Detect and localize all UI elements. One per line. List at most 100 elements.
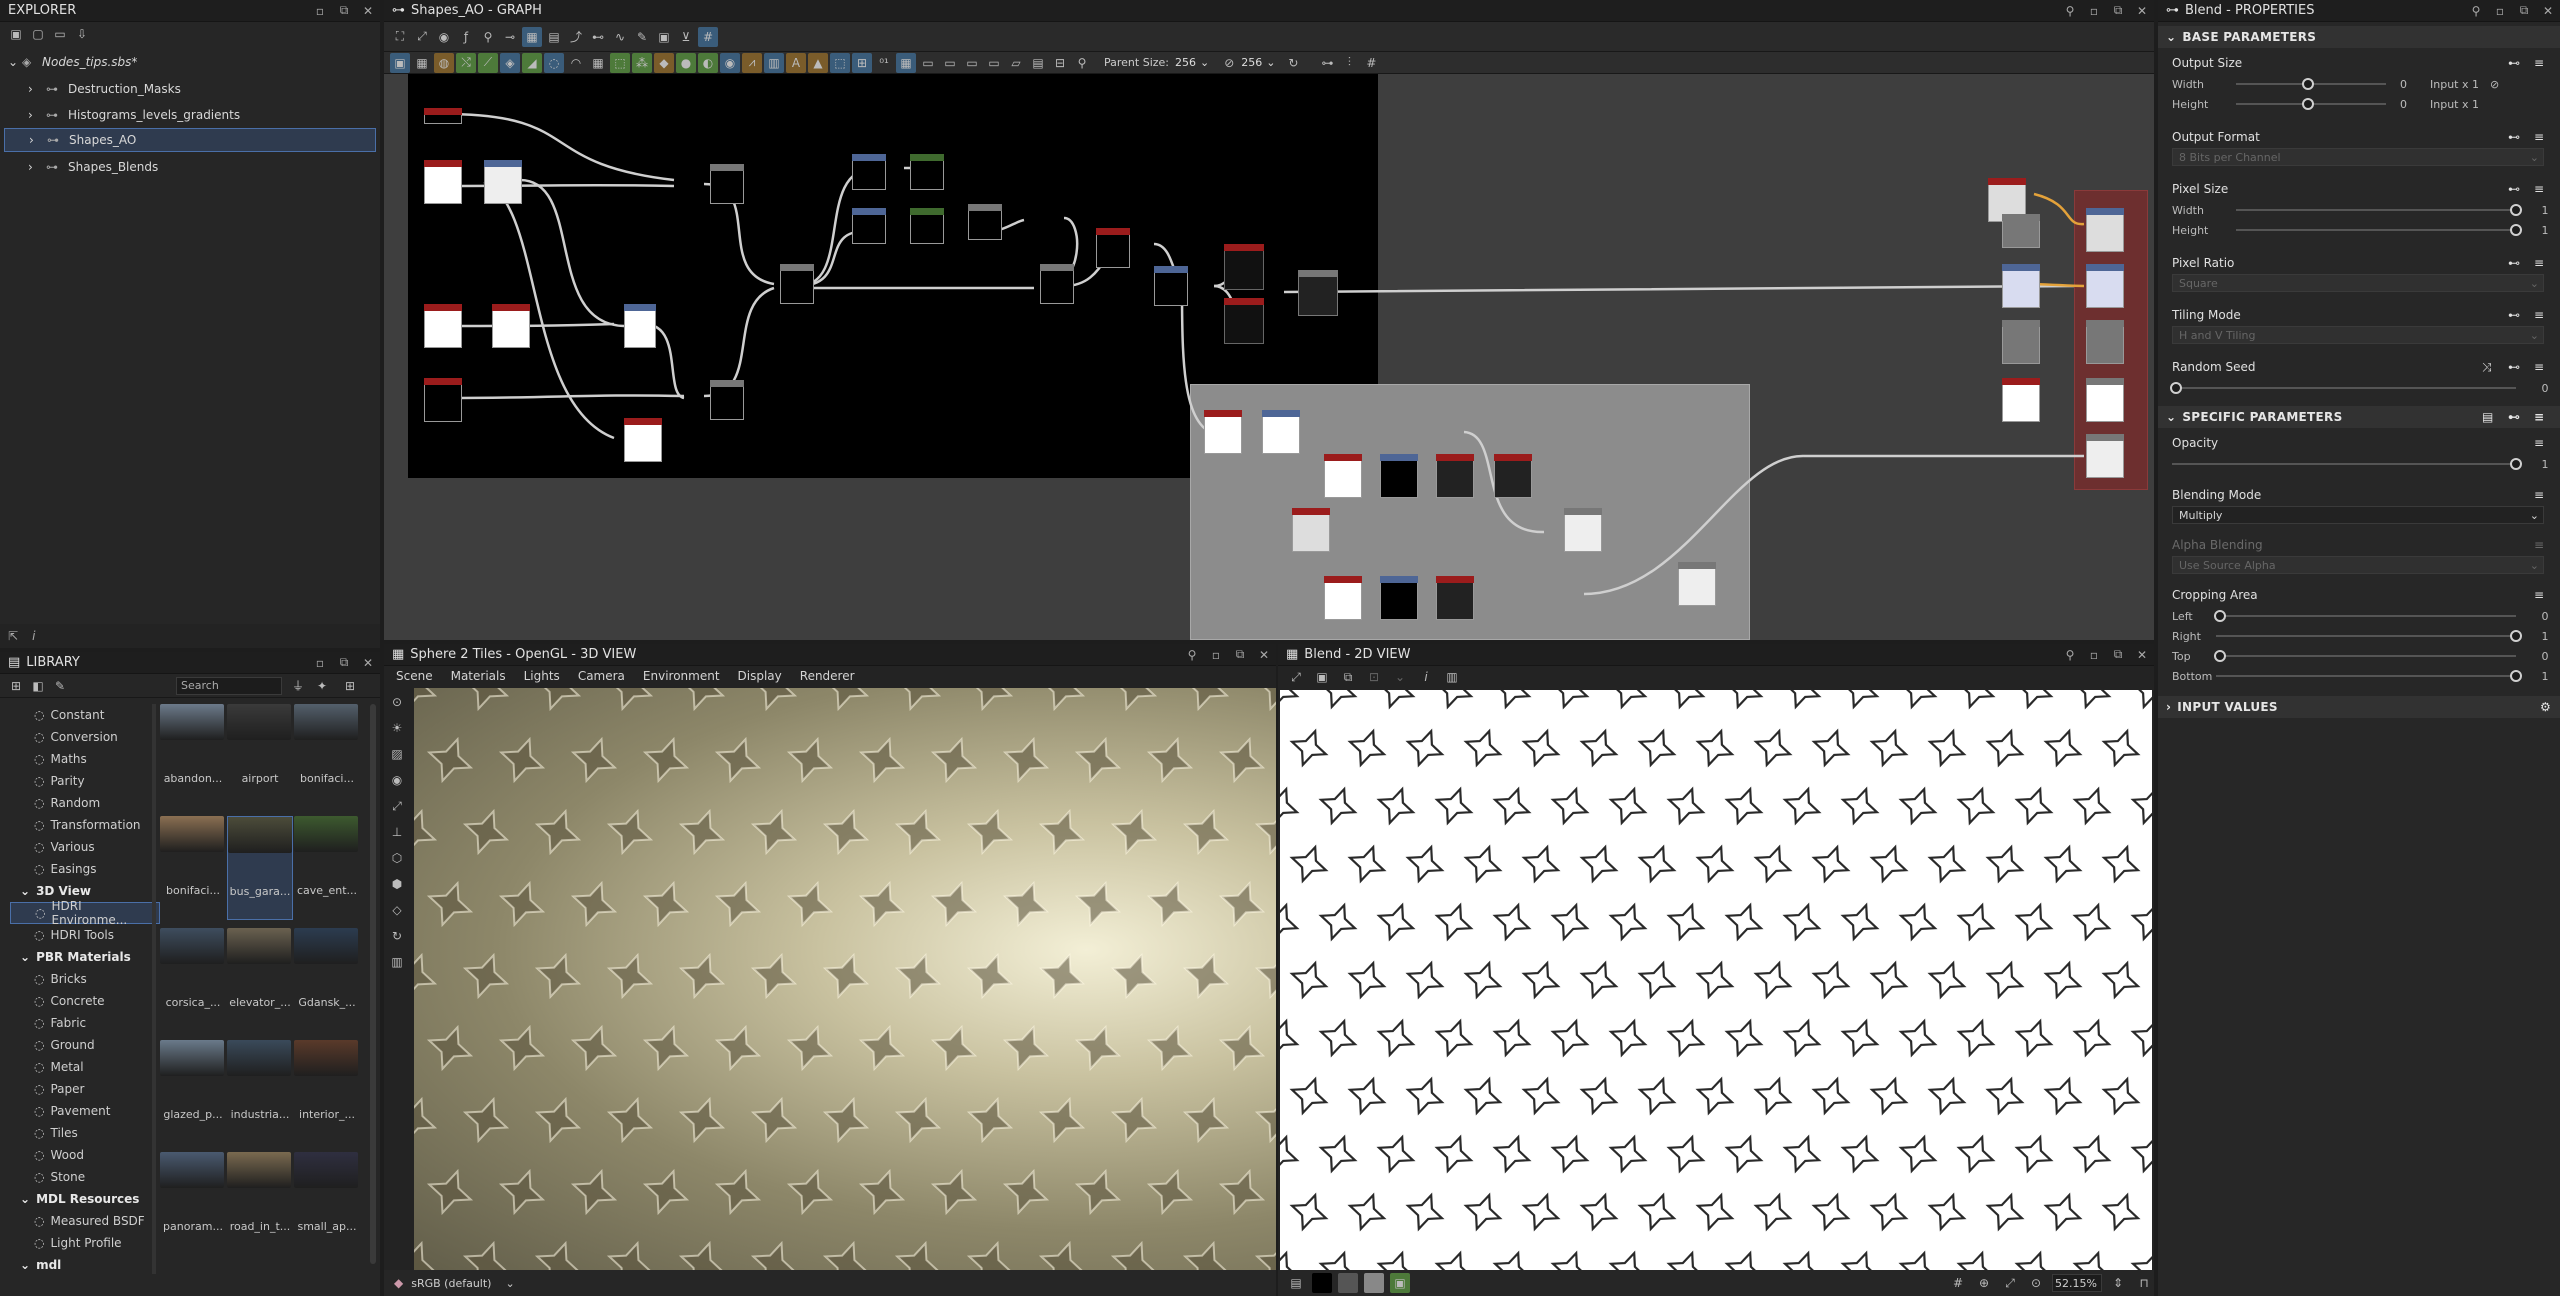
close-icon[interactable]: ✕ (356, 4, 380, 18)
menu-scene[interactable]: Scene (396, 669, 433, 683)
hdri-thumbnail[interactable]: corsica_... (160, 928, 226, 1032)
crop-left-knob[interactable] (2214, 610, 2226, 622)
graph-canvas[interactable] (384, 74, 2154, 640)
menu-renderer[interactable]: Renderer (800, 669, 855, 683)
menu-icon[interactable]: ≡ (2534, 130, 2560, 144)
width-slider-knob[interactable] (2302, 78, 2314, 90)
comment-icon[interactable]: ⊻ (676, 27, 696, 47)
close-icon[interactable]: ✕ (1252, 648, 1276, 662)
camera-icon[interactable]: ◉ (434, 27, 454, 47)
blur-icon[interactable]: ◌ (544, 52, 564, 73)
library-item[interactable]: ◌ Various (10, 836, 160, 858)
black-bg-icon[interactable] (1312, 1273, 1332, 1293)
image-bg-icon[interactable]: ▣ (1390, 1273, 1410, 1293)
maximize-icon[interactable]: ⧉ (2106, 3, 2130, 18)
close-icon[interactable]: ✕ (2130, 4, 2154, 18)
maximize-icon[interactable]: ⧉ (1228, 647, 1252, 662)
link-icon[interactable]: ⊘ (2490, 78, 2514, 91)
pixel-width-slider[interactable] (2236, 204, 2522, 216)
width-slider[interactable] (2236, 78, 2386, 90)
publish-icon[interactable]: ⇩ (72, 24, 92, 44)
float-icon[interactable]: ▫ (1204, 648, 1228, 662)
checker-bg-icon[interactable] (1364, 1273, 1384, 1293)
menu-display[interactable]: Display (738, 669, 782, 683)
menu-icon[interactable]: ≡ (2534, 410, 2560, 424)
material-icon[interactable]: ⊙ (387, 692, 407, 712)
color-icon[interactable]: ◉ (720, 52, 740, 73)
pyramid-icon[interactable]: ▲ (808, 52, 828, 73)
frame-icon[interactable]: ⛶ (390, 27, 410, 47)
layers-icon[interactable]: ▤ (1286, 1273, 1306, 1293)
save-package-icon[interactable]: ▭ (50, 24, 70, 44)
pin-node-icon[interactable]: ⊷ (588, 27, 608, 47)
grid-toggle-icon[interactable]: # (1948, 1273, 1968, 1293)
close-icon[interactable]: ✕ (2536, 4, 2560, 18)
crop-icon[interactable]: ⬚ (830, 52, 850, 73)
connect-icon[interactable]: ⊸ (500, 27, 520, 47)
dot-node-icon[interactable]: ▭ (984, 53, 1004, 73)
pixel-width-knob[interactable] (2510, 204, 2522, 216)
curve-icon[interactable]: ⟋ (478, 52, 498, 73)
menu-materials[interactable]: Materials (451, 669, 506, 683)
hdri-thumbnail[interactable]: bonifaci... (160, 816, 226, 920)
library-item[interactable]: ◌ Paper (10, 1078, 160, 1100)
chevron-right-icon[interactable]: › (29, 133, 47, 147)
library-category[interactable]: ⌄ PBR Materials (10, 946, 160, 968)
graph-instance-icon[interactable]: ▭ (962, 53, 982, 73)
fit-icon[interactable]: ⤢ (412, 27, 432, 47)
library-item[interactable]: ◌ Constant (10, 704, 160, 726)
link-icon[interactable]: ⤴ (566, 27, 586, 47)
preset-icon[interactable]: ▤ (2482, 410, 2508, 424)
float-icon[interactable]: ▫ (2082, 648, 2106, 662)
sliders-icon[interactable]: ⫶ (1339, 53, 1359, 73)
pin-icon[interactable]: ⚲ (2058, 4, 2082, 18)
axis-icon[interactable]: ⊥ (387, 822, 407, 842)
library-item[interactable]: ◌ Tiles (10, 1122, 160, 1144)
pixel-ratio-dropdown[interactable]: Square ⌄ (2172, 274, 2544, 292)
refresh-icon[interactable]: ↻ (1283, 53, 1303, 73)
pixel-processor-icon[interactable]: ▦ (896, 52, 916, 73)
grid-view-icon[interactable]: ⊞ (340, 676, 360, 696)
menu-icon[interactable]: ≡ (2534, 436, 2560, 450)
histogram-icon[interactable]: ▥ (1442, 667, 1462, 687)
gradient-icon[interactable]: ◍ (434, 52, 454, 73)
opacity-slider[interactable] (2172, 458, 2522, 470)
navigation-icon[interactable]: ⊟ (1050, 53, 1070, 73)
grey-bg-icon[interactable] (1338, 1273, 1358, 1293)
camera-icon[interactable]: ◉ (387, 770, 407, 790)
library-search-input[interactable]: Search (176, 677, 282, 695)
library-tree-scrollbar[interactable] (152, 704, 156, 1274)
library-item[interactable]: ◌ Pavement (10, 1100, 160, 1122)
float-icon[interactable]: ▫ (2082, 4, 2106, 18)
library-category[interactable]: ⌄ mdl (10, 1254, 160, 1276)
library-category[interactable]: ⌄ MDL Resources (10, 1188, 160, 1210)
maximize-icon[interactable]: ⧉ (332, 655, 356, 670)
uv-icon[interactable]: ⌄ (1390, 667, 1410, 687)
star-icon[interactable]: ✦ (312, 676, 332, 696)
crop-right-slider[interactable] (2216, 630, 2522, 642)
plane-icon[interactable]: ◇ (387, 900, 407, 920)
menu-environment[interactable]: Environment (643, 669, 720, 683)
view3d-viewport[interactable] (414, 688, 1276, 1270)
height-slider-knob[interactable] (2302, 98, 2314, 110)
fit-view-icon[interactable]: ⤢ (387, 796, 407, 816)
zoom-input[interactable]: 52.15% (2052, 1274, 2102, 1292)
sharpen-icon[interactable]: ◠ (566, 53, 586, 73)
tiling-icon[interactable]: ⊡ (1364, 667, 1384, 687)
maximize-icon[interactable]: ⧉ (332, 3, 356, 18)
menu-icon[interactable]: ≡ (2534, 256, 2560, 270)
frame-add-icon[interactable]: ▤ (1028, 53, 1048, 73)
float-icon[interactable]: ▫ (2488, 4, 2512, 18)
input-values-header[interactable]: › INPUT VALUES ⚙ (2158, 696, 2560, 718)
expose-icon[interactable]: ⊷ (2508, 308, 2534, 322)
light-icon[interactable]: ☀ (387, 718, 407, 738)
chevron-down-icon[interactable]: ⌄ (8, 55, 22, 69)
spline-icon[interactable]: ∿ (610, 27, 630, 47)
menu-icon[interactable]: ≡ (2534, 56, 2560, 70)
pin-icon[interactable]: ⚲ (2058, 648, 2082, 662)
hdri-thumbnail[interactable]: glazed_p... (160, 1040, 226, 1144)
expose-icon[interactable]: ⊷ (2508, 56, 2534, 70)
hdri-thumbnail[interactable]: bonifaci... (294, 704, 360, 808)
menu-icon[interactable]: ≡ (2534, 488, 2560, 502)
zoom-stepper-icon[interactable]: ⇕ (2108, 1273, 2128, 1293)
